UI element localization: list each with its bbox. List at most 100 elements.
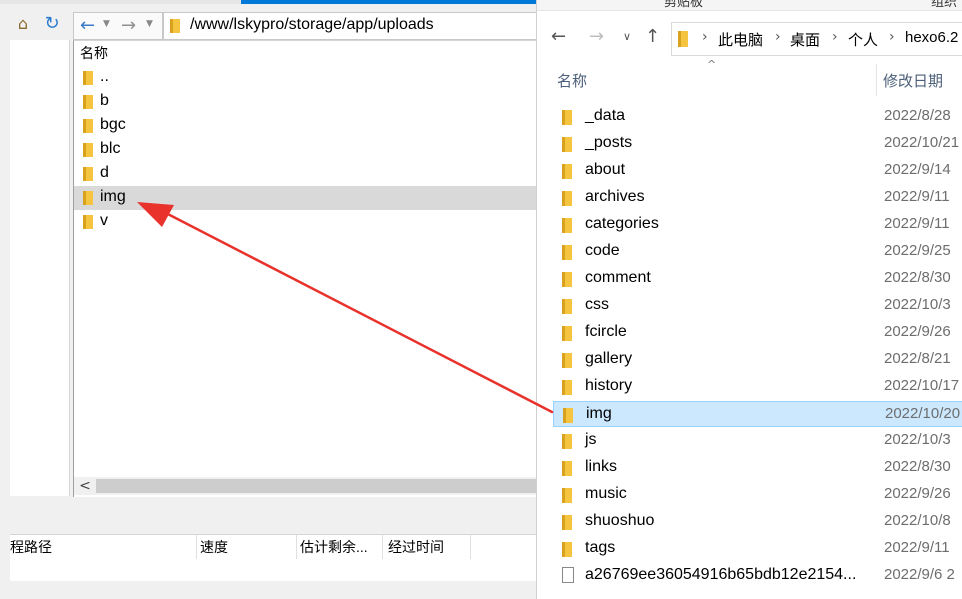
horizontal-scrollbar[interactable]: < xyxy=(74,477,541,495)
list-item[interactable]: archives 2022/9/11 xyxy=(553,185,962,211)
transfer-queue-list[interactable] xyxy=(10,559,540,581)
back-arrow-icon[interactable]: ← xyxy=(551,26,566,47)
folder-icon xyxy=(83,95,93,109)
item-name: _posts xyxy=(585,134,633,151)
up-arrow-icon[interactable]: ↑ xyxy=(645,26,660,47)
item-name: about xyxy=(585,161,626,178)
list-item[interactable]: _posts 2022/10/21 xyxy=(553,131,962,157)
item-name: v xyxy=(100,212,108,229)
item-date-modified: 2022/9/25 xyxy=(884,242,951,259)
status-area xyxy=(0,581,540,599)
list-item[interactable]: history 2022/10/17 xyxy=(553,374,962,400)
list-item[interactable]: about 2022/9/14 xyxy=(553,158,962,184)
folder-icon xyxy=(562,164,572,179)
chevron-right-icon[interactable]: › xyxy=(889,29,895,45)
folder-icon xyxy=(83,167,93,181)
remote-path-text: /www/lskypro/storage/app/uploads xyxy=(190,16,434,33)
list-item[interactable]: categories 2022/9/11 xyxy=(553,212,962,238)
breadcrumb-desktop[interactable]: 桌面 xyxy=(790,29,820,50)
folder-icon xyxy=(562,461,572,476)
list-item[interactable]: d xyxy=(74,162,541,186)
list-item[interactable]: comment 2022/8/30 xyxy=(553,266,962,292)
folder-icon xyxy=(562,488,572,503)
column-header-name[interactable]: 名称 xyxy=(557,70,587,91)
panel-divider xyxy=(10,500,540,532)
column-time-remaining[interactable]: 估计剩余... xyxy=(300,535,383,559)
list-item[interactable]: img 2022/10/20 xyxy=(553,401,962,427)
item-date-modified: 2022/10/17 xyxy=(884,377,960,394)
column-divider[interactable] xyxy=(876,64,877,96)
list-item[interactable]: js 2022/10/3 xyxy=(553,428,962,454)
column-header-date-modified[interactable]: 修改日期 xyxy=(883,70,943,91)
address-bar[interactable]: › 此电脑 › 桌面 › 个人 › hexo6.2 xyxy=(671,22,962,56)
breadcrumb-personal[interactable]: 个人 xyxy=(848,29,878,50)
list-item[interactable]: bgc xyxy=(74,114,541,138)
column-time-elapsed[interactable]: 经过时间 xyxy=(388,535,471,559)
list-item[interactable]: tags 2022/9/11 xyxy=(553,536,962,562)
forward-arrow-icon[interactable]: → xyxy=(121,15,136,36)
folder-icon xyxy=(562,434,572,449)
list-item[interactable]: shuoshuo 2022/10/8 xyxy=(553,509,962,535)
list-item[interactable]: .. xyxy=(74,66,541,90)
list-item[interactable]: a26769ee36054916b65bdb12e2154... 2022/9/6… xyxy=(553,563,962,589)
remote-path-input[interactable]: /www/lskypro/storage/app/uploads xyxy=(163,12,542,40)
directory-tree-pane[interactable] xyxy=(10,40,70,496)
back-dropdown-icon[interactable]: ▼ xyxy=(103,19,110,29)
column-transfer-path[interactable]: 程路径 xyxy=(10,535,197,559)
item-date-modified: 2022/9/26 xyxy=(884,485,951,502)
list-item[interactable]: music 2022/9/26 xyxy=(553,482,962,508)
item-name: b xyxy=(100,92,109,109)
item-name: blc xyxy=(100,140,121,157)
folder-icon xyxy=(83,143,93,157)
scroll-left-button[interactable]: < xyxy=(76,477,94,495)
list-item[interactable]: code 2022/9/25 xyxy=(553,239,962,265)
list-item[interactable]: b xyxy=(74,90,541,114)
list-item[interactable]: gallery 2022/8/21 xyxy=(553,347,962,373)
column-header-name[interactable]: 名称 xyxy=(80,43,108,63)
list-item[interactable]: links 2022/8/30 xyxy=(553,455,962,481)
list-item[interactable]: v xyxy=(74,210,541,234)
item-name: css xyxy=(585,296,609,313)
folder-icon xyxy=(83,71,93,85)
list-item[interactable]: blc xyxy=(74,138,541,162)
chevron-right-icon[interactable]: › xyxy=(702,29,708,45)
breadcrumb-hexo[interactable]: hexo6.2 xyxy=(905,29,958,46)
forward-arrow-icon[interactable]: → xyxy=(589,26,604,47)
refresh-icon[interactable]: ↻ xyxy=(42,14,62,34)
active-accent xyxy=(241,0,540,4)
folder-icon xyxy=(562,542,572,557)
forward-dropdown-icon[interactable]: ▼ xyxy=(146,19,153,29)
item-name: a26769ee36054916b65bdb12e2154... xyxy=(585,566,857,583)
home-icon[interactable]: ⌂ xyxy=(13,14,33,34)
item-name: _data xyxy=(585,107,626,124)
ribbon-label-clipboard: 剪贴板 xyxy=(664,0,704,10)
ftp-client-window: ⌂ ↻ ← ▼ → ▼ /www/lskypro/storage/app/upl… xyxy=(0,0,542,599)
sort-arrow-icon: ^ xyxy=(349,40,359,48)
item-date-modified: 2022/9/14 xyxy=(884,161,951,178)
column-headers: 名称 修改日期 xyxy=(537,64,962,96)
folder-icon xyxy=(562,299,572,314)
list-item[interactable]: css 2022/10/3 xyxy=(553,293,962,319)
transfer-queue-header: 程路径 速度 估计剩余... 经过时间 xyxy=(10,534,540,560)
breadcrumb-this-pc[interactable]: 此电脑 xyxy=(718,29,763,50)
chevron-right-icon[interactable]: › xyxy=(775,29,781,45)
list-item[interactable]: _data 2022/8/28 xyxy=(553,104,962,130)
scrollbar-thumb[interactable] xyxy=(96,479,541,493)
recent-locations-icon[interactable]: ∨ xyxy=(623,30,631,43)
item-name: img xyxy=(586,405,612,422)
item-date-modified: 2022/9/11 xyxy=(884,215,950,232)
list-item[interactable]: img xyxy=(74,186,541,210)
item-date-modified: 2022/9/11 xyxy=(884,188,950,205)
item-name: archives xyxy=(585,188,645,205)
back-arrow-icon[interactable]: ← xyxy=(80,15,95,36)
item-name: tags xyxy=(585,539,616,556)
item-date-modified: 2022/10/8 xyxy=(884,512,951,529)
column-speed[interactable]: 速度 xyxy=(200,535,297,559)
item-name: js xyxy=(585,431,597,448)
folder-icon xyxy=(170,19,180,33)
remote-file-list[interactable]: ^ 名称 .. b bgc blc d img v < xyxy=(73,40,541,497)
list-item[interactable]: fcircle 2022/9/26 xyxy=(553,320,962,346)
item-name: comment xyxy=(585,269,651,286)
chevron-right-icon[interactable]: › xyxy=(832,29,838,45)
local-file-list[interactable]: _data 2022/8/28 _posts 2022/10/21 about 2022/… xyxy=(537,104,962,599)
